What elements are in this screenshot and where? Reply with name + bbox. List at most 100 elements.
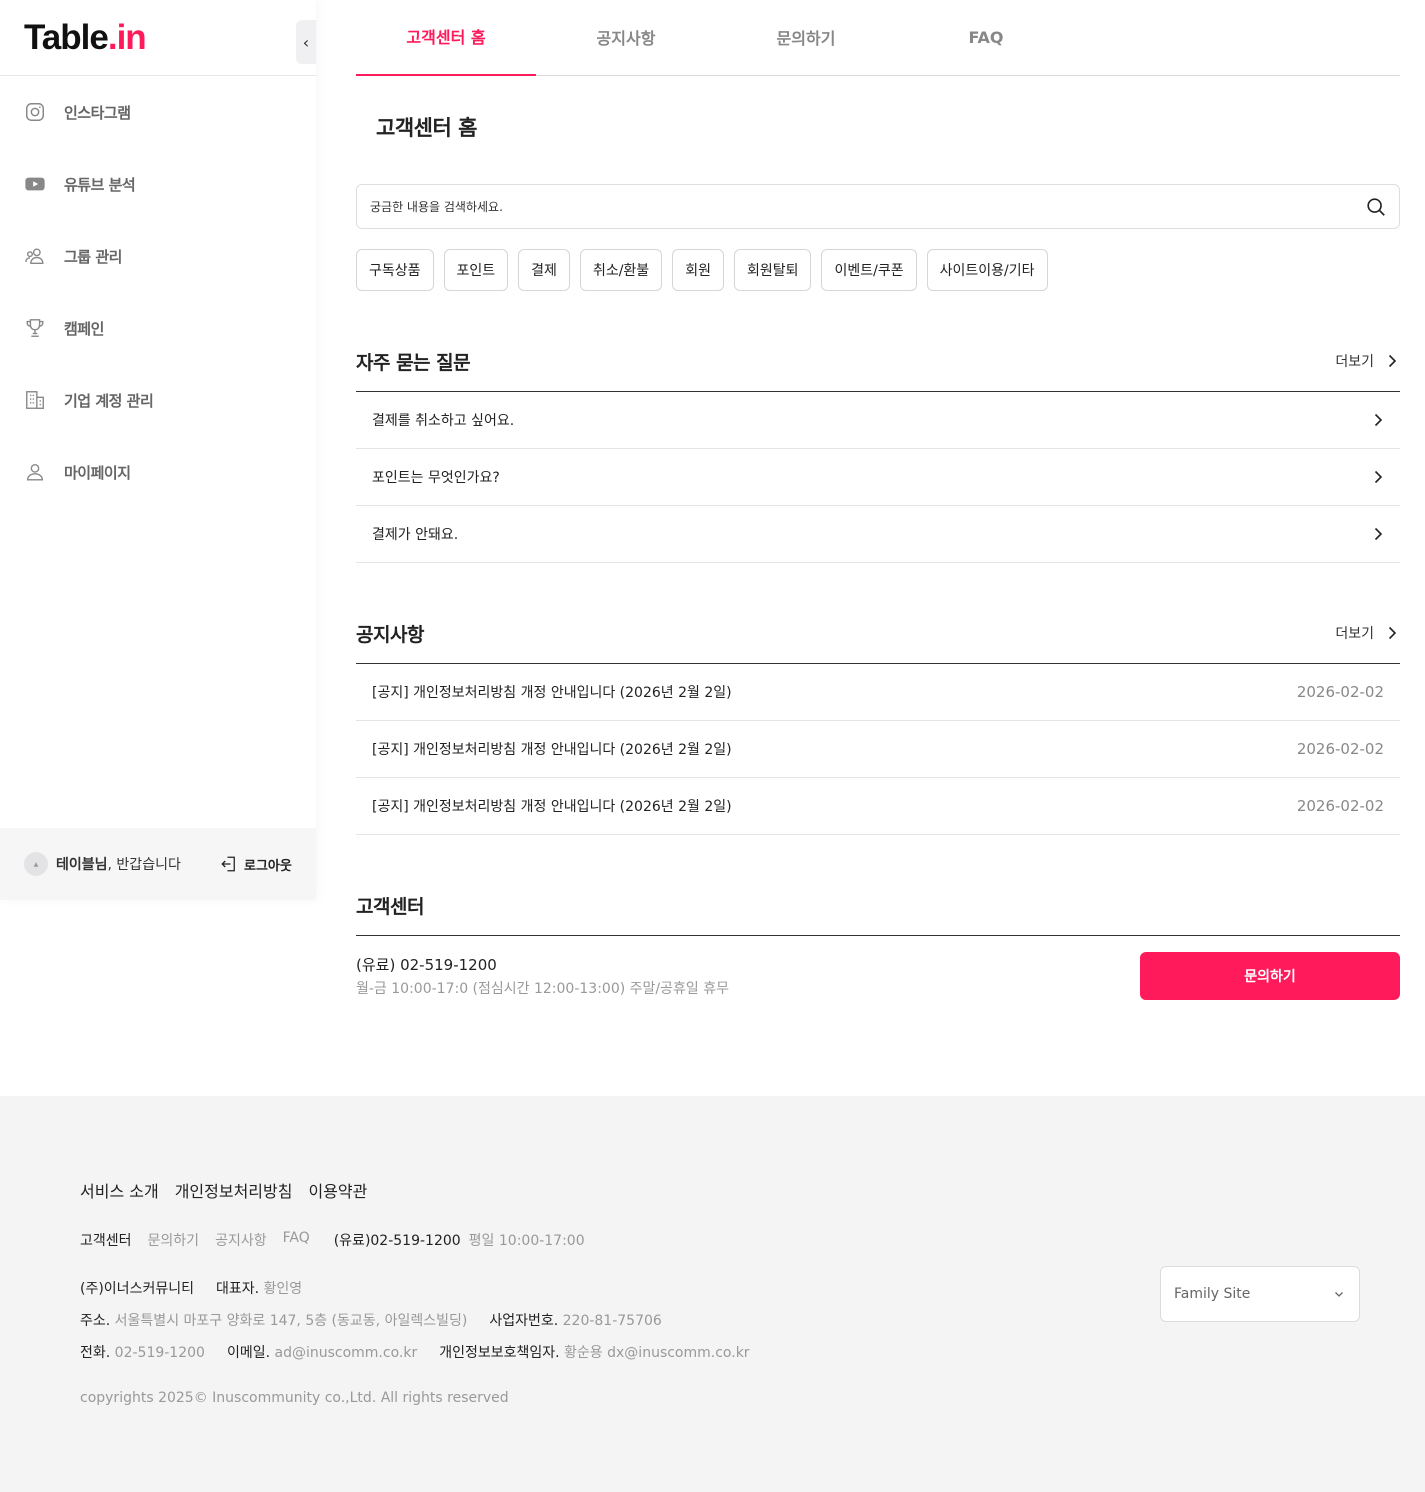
faq-question: 결제가 안돼요.	[372, 527, 459, 543]
footer-cs-notice[interactable]: 공지사항	[215, 1230, 267, 1250]
more-label: 더보기	[1335, 626, 1374, 642]
cs-header: 고객센터	[356, 890, 1400, 920]
notice-item-date: 2026-02-02	[1296, 683, 1384, 701]
user-name: 테이블님	[56, 857, 108, 873]
building-icon	[26, 391, 44, 409]
chevron-right-icon	[1374, 413, 1383, 427]
more-label: 더보기	[1335, 354, 1374, 370]
category-chips: 구독상품 포인트 결제 취소/환불 회원 회원탈퇴 이벤트/쿠폰 사이트이용/기…	[356, 249, 1058, 291]
footer-link-service[interactable]: 서비스 소개	[80, 1178, 159, 1202]
tab-bar: 고객센터 홈 공지사항 문의하기 FAQ	[356, 0, 1400, 76]
footer-address-line: 주소. 서울특별시 마포구 양화로 147, 5층 (동교동, 아일렉스빌딩) 사…	[80, 1310, 662, 1330]
faq-question: 포인트는 무엇인가요?	[372, 470, 500, 486]
notice-item-date: 2026-02-02	[1296, 797, 1384, 815]
footer-link-privacy[interactable]: 개인정보처리방침	[175, 1178, 293, 1202]
chevron-right-icon	[1388, 626, 1397, 640]
category-chip[interactable]: 취소/환불	[579, 249, 663, 291]
tab-cs-home[interactable]: 고객센터 홈	[356, 0, 536, 76]
footer-cs-faq[interactable]: FAQ	[283, 1230, 310, 1250]
footer-ceo-label: 대표자.	[215, 1281, 260, 1297]
logo-dot: .	[107, 18, 118, 57]
search-icon[interactable]	[1365, 196, 1387, 218]
footer-company: (주)이너스커뮤니티	[80, 1281, 194, 1297]
sidebar-item-company-account[interactable]: 기업 계정 관리	[24, 388, 154, 412]
footer-address-label: 주소.	[80, 1313, 111, 1329]
chevron-left-icon: ‹	[302, 32, 310, 52]
footer-tel: 02-519-1200	[114, 1345, 205, 1361]
logo[interactable]: Table.in	[24, 18, 147, 58]
greeting-text: , 반갑습니다	[107, 857, 181, 873]
tab-inquiry[interactable]: 문의하기	[716, 0, 896, 76]
sidebar-collapse-button[interactable]: ‹	[296, 20, 316, 64]
faq-title: 자주 묻는 질문	[356, 351, 471, 374]
sidebar-item-label: 마이페이지	[64, 463, 131, 482]
greeting: 테이블님, 반갑습니다	[56, 854, 181, 874]
footer-cs-inquiry[interactable]: 문의하기	[148, 1230, 200, 1250]
sidebar-item-label: 인스타그램	[64, 103, 131, 122]
notice-item[interactable]: [공지] 개인정보처리방침 개정 안내입니다 (2026년 2월 2일) 202…	[356, 721, 1400, 778]
logout-button[interactable]: 로그아웃	[220, 855, 292, 874]
category-chip[interactable]: 회원	[672, 249, 724, 291]
footer-bizno-label: 사업자번호.	[489, 1313, 559, 1329]
cs-hours: 월-금 10:00-17:0 (점심시간 12:00-13:00) 주말/공휴일…	[356, 981, 729, 997]
inquiry-button[interactable]: 문의하기	[1140, 952, 1400, 1000]
faq-more-link[interactable]: 더보기	[1335, 351, 1400, 371]
notice-item-title: [공지] 개인정보처리방침 개정 안내입니다 (2026년 2월 2일)	[372, 742, 732, 758]
youtube-icon	[25, 177, 45, 191]
main-content: 고객센터 홈 공지사항 문의하기 FAQ 고객센터 홈 구독상품 포인트 결제 …	[356, 0, 1400, 1000]
notice-header: 공지사항 더보기	[356, 618, 1400, 648]
instagram-icon	[26, 103, 44, 121]
search-input[interactable]	[370, 199, 1330, 214]
category-chip[interactable]: 결제	[518, 249, 570, 291]
category-chip[interactable]: 이벤트/쿠폰	[821, 249, 917, 291]
trophy-icon	[26, 319, 44, 337]
chevron-right-icon	[1374, 527, 1383, 541]
footer-links: 서비스 소개 개인정보처리방침 이용약관	[80, 1178, 383, 1202]
notice-item[interactable]: [공지] 개인정보처리방침 개정 안내입니다 (2026년 2월 2일) 202…	[356, 778, 1400, 835]
sidebar-item-label: 그룹 관리	[64, 247, 122, 266]
notice-more-link[interactable]: 더보기	[1335, 623, 1400, 643]
chevron-right-icon	[1374, 470, 1383, 484]
sidebar-item-youtube[interactable]: 유튜브 분석	[24, 172, 136, 196]
footer-email: ad@inuscomm.co.kr	[274, 1345, 418, 1361]
faq-list: 결제를 취소하고 싶어요. 포인트는 무엇인가요? 결제가 안돼요.	[356, 391, 1400, 563]
family-site-select[interactable]: Family Site	[1160, 1266, 1360, 1322]
tab-faq[interactable]: FAQ	[896, 0, 1076, 76]
footer-ceo: 황인영	[263, 1281, 303, 1297]
footer-cs-hours: 평일 10:00-17:00	[468, 1233, 585, 1249]
sidebar-item-group[interactable]: 그룹 관리	[24, 244, 122, 268]
faq-item[interactable]: 결제가 안돼요.	[356, 506, 1400, 563]
footer-link-terms[interactable]: 이용약관	[308, 1178, 367, 1202]
footer-privacy: 황순용 dx@inuscomm.co.kr	[564, 1345, 750, 1361]
user-icon	[26, 463, 44, 481]
page: Table.in ‹ 인스타그램 유튜브 분석 그룹 관리 캠페인 기업 계정 …	[0, 0, 1425, 1492]
sidebar-item-label: 기업 계정 관리	[64, 391, 154, 410]
footer-cs-phone: (유료)02-519-1200	[333, 1233, 461, 1249]
chevron-down-icon	[1335, 1292, 1343, 1297]
category-chip[interactable]: 회원탈퇴	[733, 249, 812, 291]
logout-label: 로그아웃	[244, 858, 292, 874]
faq-item[interactable]: 결제를 취소하고 싶어요.	[356, 392, 1400, 449]
group-icon	[25, 248, 44, 265]
tab-notice[interactable]: 공지사항	[536, 0, 716, 76]
category-chip[interactable]: 포인트	[443, 249, 509, 291]
sidebar-item-mypage[interactable]: 마이페이지	[24, 460, 131, 484]
logo-bar: Table.in ‹	[0, 0, 316, 76]
category-chip[interactable]: 사이트이용/기타	[926, 249, 1048, 291]
sidebar-item-instagram[interactable]: 인스타그램	[24, 100, 131, 124]
faq-question: 결제를 취소하고 싶어요.	[372, 413, 515, 429]
notice-item[interactable]: [공지] 개인정보처리방침 개정 안내입니다 (2026년 2월 2일) 202…	[356, 664, 1400, 721]
sidebar-item-campaign[interactable]: 캠페인	[24, 316, 104, 340]
faq-item[interactable]: 포인트는 무엇인가요?	[356, 449, 1400, 506]
footer-tel-label: 전화.	[80, 1345, 111, 1361]
category-chip[interactable]: 구독상품	[356, 249, 434, 291]
cs-phone: (유료) 02-519-1200	[356, 956, 497, 974]
footer-privacy-label: 개인정보보호책임자.	[439, 1345, 560, 1361]
logout-icon	[221, 856, 235, 872]
avatar[interactable]: ▲	[24, 852, 48, 876]
logo-text: Table	[24, 18, 109, 57]
footer-address: 서울특별시 마포구 양화로 147, 5층 (동교동, 아일렉스빌딩)	[114, 1313, 468, 1329]
family-site-label: Family Site	[1174, 1286, 1251, 1302]
footer-cs: 고객센터 문의하기 공지사항 FAQ (유료)02-519-1200 평일 10…	[80, 1230, 601, 1250]
notice-item-date: 2026-02-02	[1296, 740, 1384, 758]
